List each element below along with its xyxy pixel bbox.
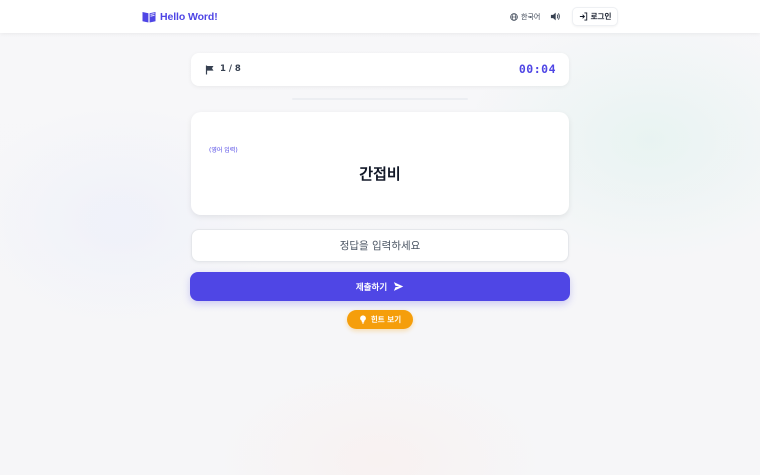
login-icon xyxy=(579,12,587,21)
submit-button[interactable]: 제출하기 xyxy=(190,272,570,301)
login-label: 로그인 xyxy=(590,12,612,21)
progress-card: 1 / 8 00:04 xyxy=(191,53,569,86)
lightbulb-icon xyxy=(360,315,366,324)
sound-toggle-button[interactable] xyxy=(550,11,561,22)
question-card: (영어 입력) 간접비 xyxy=(191,112,569,215)
answer-input[interactable] xyxy=(191,229,569,262)
globe-icon xyxy=(510,12,518,21)
speaker-icon xyxy=(550,12,560,21)
logo-text: Hello Word! xyxy=(160,11,218,23)
progress-counter: 1 / 8 xyxy=(220,64,241,74)
logo[interactable]: Hello Word! xyxy=(142,10,218,24)
language-selector[interactable]: 한국어 xyxy=(510,11,540,22)
flag-icon xyxy=(205,65,215,75)
hint-label: 힌트 보기 xyxy=(370,315,402,324)
input-mode-tag: (영어 입력) xyxy=(209,147,238,154)
submit-label: 제출하기 xyxy=(355,281,388,292)
book-open-icon xyxy=(142,12,156,23)
progress-track xyxy=(292,98,468,100)
login-button[interactable]: 로그인 xyxy=(572,7,618,26)
timer: 00:04 xyxy=(518,62,556,76)
top-header: Hello Word! 한국어 로그인 xyxy=(0,0,760,33)
send-icon xyxy=(394,282,404,291)
language-label: 한국어 xyxy=(521,12,541,21)
hint-button[interactable]: 힌트 보기 xyxy=(347,310,413,329)
question-word: 간접비 xyxy=(359,165,401,183)
